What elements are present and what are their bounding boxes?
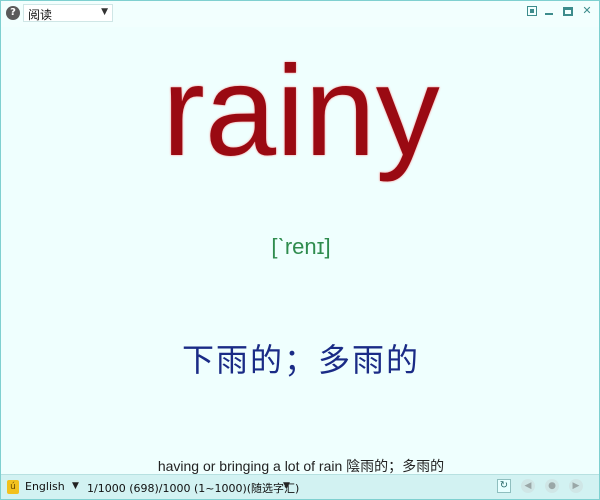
phonetic-text: [ˋrenɪ] bbox=[271, 234, 331, 259]
dictionary-icon: ú bbox=[7, 480, 19, 494]
chevron-down-icon[interactable]: ▼ bbox=[72, 481, 79, 491]
status-bar: ú English ▼ 1/1000 (698)/1000 (1~1000)(随… bbox=[1, 474, 599, 499]
navigation-controls: ◀ ● ▶ bbox=[521, 479, 583, 493]
mode-label: 阅读 bbox=[28, 8, 53, 22]
progress-status[interactable]: 1/1000 (698)/1000 (1~1000)(随选字汇) bbox=[87, 480, 299, 496]
reader-window: ? 阅读 ▼ ✕ rainy [ˋrenɪ] 下雨的；多雨的 having or… bbox=[0, 0, 600, 500]
dot-icon: ● bbox=[548, 481, 556, 491]
chinese-meaning: 下雨的；多雨的 bbox=[181, 341, 420, 379]
minimize-icon bbox=[545, 13, 553, 15]
chevron-down-icon[interactable]: ▼ bbox=[283, 481, 290, 491]
word-text: rainy bbox=[162, 40, 440, 183]
definition-text: having or bringing a lot of rain 陰雨的；多雨的 bbox=[157, 458, 445, 474]
close-button[interactable]: ✕ bbox=[581, 5, 593, 17]
maximize-icon bbox=[563, 7, 573, 16]
next-button[interactable]: ▶ bbox=[569, 479, 583, 493]
chevron-down-icon: ▼ bbox=[101, 7, 108, 17]
previous-icon: ◀ bbox=[524, 481, 532, 491]
language-selector[interactable]: English bbox=[25, 480, 65, 493]
refresh-button[interactable]: ↻ bbox=[497, 479, 511, 493]
pin-window-button[interactable] bbox=[527, 5, 539, 17]
previous-button[interactable]: ◀ bbox=[521, 479, 535, 493]
close-icon: ✕ bbox=[582, 4, 592, 17]
maximize-button[interactable] bbox=[563, 5, 575, 17]
next-icon: ▶ bbox=[572, 481, 580, 491]
pause-button[interactable]: ● bbox=[545, 479, 559, 493]
minimize-button[interactable] bbox=[545, 5, 557, 17]
mode-dropdown[interactable]: 阅读 ▼ bbox=[23, 4, 113, 22]
pin-icon bbox=[527, 6, 537, 16]
help-icon[interactable]: ? bbox=[6, 6, 20, 20]
refresh-icon: ↻ bbox=[499, 480, 509, 491]
top-toolbar: ? 阅读 ▼ ✕ bbox=[1, 1, 599, 27]
window-controls: ✕ bbox=[527, 5, 593, 19]
